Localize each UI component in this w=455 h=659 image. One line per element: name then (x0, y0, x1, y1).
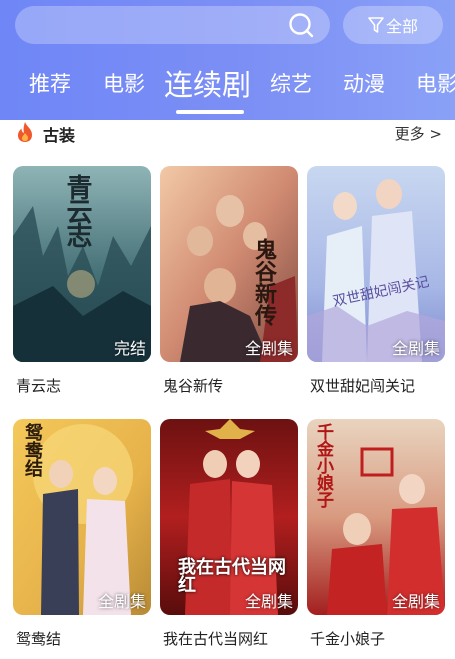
show-title[interactable]: 我在古代当网红 (163, 628, 268, 649)
poster-image[interactable]: 鬼谷新传 全剧集 (160, 166, 298, 362)
search-bar[interactable] (15, 6, 330, 44)
poster-art (307, 166, 445, 362)
status-badge: 全剧集 (97, 592, 146, 611)
poster-title-art: 千金小娘子 (313, 423, 333, 508)
section-header: 古装 更多 > (0, 120, 455, 145)
tab-variety[interactable]: 综艺 (270, 68, 312, 98)
poster-title-art: 青云志 (62, 174, 92, 246)
tab-recommend[interactable]: 推荐 (29, 68, 71, 98)
status-badge: 全剧集 (391, 339, 440, 358)
show-card[interactable]: 我在古代当网红 全剧集 我在古代当网红 (160, 419, 298, 648)
filter-icon (368, 17, 384, 33)
show-card[interactable]: 鬼谷新传 全剧集 鬼谷新传 (160, 166, 298, 395)
show-card[interactable]: 千金小娘子 全剧集 千金小娘子 (307, 419, 445, 648)
tab-anime[interactable]: 动漫 (343, 68, 385, 98)
active-tab-indicator (176, 110, 244, 114)
filter-label: 全部 (385, 17, 418, 36)
poster-image[interactable]: 青云志 完结 (13, 166, 151, 362)
more-link[interactable]: 更多 > (395, 123, 442, 144)
poster-image[interactable]: 鸳鸯结 全剧集 (13, 419, 151, 615)
search-icon[interactable] (288, 12, 314, 38)
tab-movies[interactable]: 电影 (103, 68, 145, 98)
poster-image[interactable]: 双世甜妃闯关记 全剧集 (307, 166, 445, 362)
show-title[interactable]: 双世甜妃闯关记 (310, 375, 415, 396)
top-header: 全部 推荐 电影 连续剧 综艺 动漫 电影 (0, 0, 455, 120)
fire-icon (18, 122, 32, 142)
filter-all-button[interactable]: 全部 (343, 6, 443, 44)
tab-movies-2[interactable]: 电影 (416, 68, 455, 98)
status-badge: 完结 (113, 339, 146, 358)
status-badge: 全剧集 (244, 339, 293, 358)
show-card[interactable]: 青云志 完结 青云志 (13, 166, 151, 395)
section-title: 古装 (43, 126, 76, 145)
poster-title-art: 鸳鸯结 (22, 423, 43, 477)
show-title[interactable]: 鸳鸯结 (16, 628, 61, 649)
poster-image[interactable]: 我在古代当网红 全剧集 (160, 419, 298, 615)
show-title[interactable]: 千金小娘子 (310, 628, 385, 649)
status-badge: 全剧集 (391, 592, 440, 611)
tab-series[interactable]: 连续剧 (164, 62, 251, 104)
show-title[interactable]: 青云志 (16, 375, 61, 396)
show-card[interactable]: 鸳鸯结 全剧集 鸳鸯结 (13, 419, 151, 648)
show-title[interactable]: 鬼谷新传 (163, 375, 223, 396)
status-badge: 全剧集 (244, 592, 293, 611)
poster-title-art: 鬼谷新传 (251, 238, 277, 326)
show-card[interactable]: 双世甜妃闯关记 全剧集 双世甜妃闯关记 (307, 166, 445, 395)
poster-image[interactable]: 千金小娘子 全剧集 (307, 419, 445, 615)
category-tabs: 推荐 电影 连续剧 综艺 动漫 电影 (0, 58, 455, 118)
